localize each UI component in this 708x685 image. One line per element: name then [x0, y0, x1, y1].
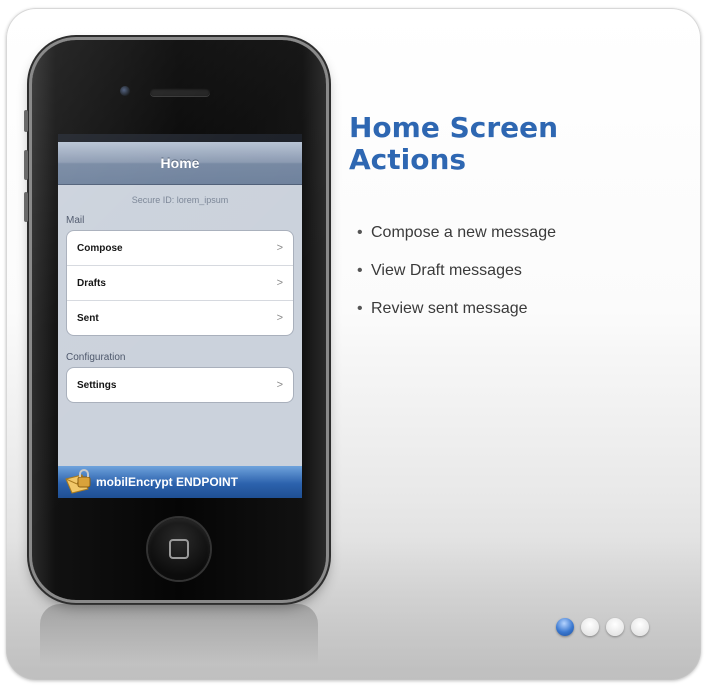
slide-title-line-1: Home Screen: [349, 111, 559, 144]
secure-id-label: Secure ID: lorem_ipsum: [131, 195, 229, 205]
settings-label: Settings: [77, 379, 117, 391]
chevron-right-icon: >: [276, 379, 283, 391]
compose-row[interactable]: Compose >: [67, 231, 293, 266]
page-dot-4[interactable]: [631, 618, 649, 636]
configuration-group: Settings >: [66, 367, 294, 403]
chevron-right-icon: >: [276, 242, 283, 254]
mute-switch: [24, 110, 28, 132]
pagination-dots: [556, 618, 649, 636]
phone-screen: Home Secure ID: lorem_ipsum Mail Compose…: [58, 134, 302, 498]
bullet-icon: •: [357, 224, 363, 241]
earpiece-speaker: [150, 88, 210, 96]
bullet-item: • View Draft messages: [357, 262, 556, 300]
slide-title: Home Screen Actions: [349, 112, 649, 176]
chevron-right-icon: >: [276, 277, 283, 289]
mail-group: Compose > Drafts > Sent >: [66, 230, 294, 336]
drafts-label: Drafts: [77, 277, 106, 289]
nav-title: Home: [160, 155, 200, 171]
padlock-envelope-icon: [65, 469, 91, 494]
front-camera-icon: [120, 86, 130, 96]
chevron-right-icon: >: [276, 312, 283, 324]
bullet-text: Review sent message: [371, 300, 528, 317]
home-square-icon: [169, 539, 189, 559]
bullet-item: • Compose a new message: [357, 224, 556, 262]
compose-label: Compose: [77, 242, 123, 254]
drafts-row[interactable]: Drafts >: [67, 266, 293, 301]
configuration-section-title: Configuration: [66, 352, 126, 363]
volume-up-button: [24, 150, 28, 180]
mail-section-title: Mail: [66, 215, 85, 226]
bullet-icon: •: [357, 300, 363, 317]
page-dot-3[interactable]: [606, 618, 624, 636]
bullet-text: View Draft messages: [371, 262, 522, 279]
bullet-icon: •: [357, 262, 363, 279]
bullet-text: Compose a new message: [371, 224, 556, 241]
nav-bar: Home: [58, 142, 302, 185]
bullet-list: • Compose a new message • View Draft mes…: [357, 224, 556, 338]
slide-title-line-2: Actions: [349, 143, 467, 176]
sent-label: Sent: [77, 312, 99, 324]
status-bar: [58, 134, 302, 142]
bullet-item: • Review sent message: [357, 300, 556, 338]
sent-row[interactable]: Sent >: [67, 301, 293, 335]
page-dot-1[interactable]: [556, 618, 574, 636]
brand-name: mobilEncrypt ENDPOINT: [96, 475, 239, 489]
home-button: [148, 518, 210, 580]
settings-row[interactable]: Settings >: [67, 368, 293, 402]
phone-reflection: [40, 604, 318, 664]
phone-mockup: Home Secure ID: lorem_ipsum Mail Compose…: [24, 40, 326, 600]
volume-down-button: [24, 192, 28, 222]
brand-bar: mobilEncrypt ENDPOINT: [58, 466, 302, 498]
page-dot-2[interactable]: [581, 618, 599, 636]
